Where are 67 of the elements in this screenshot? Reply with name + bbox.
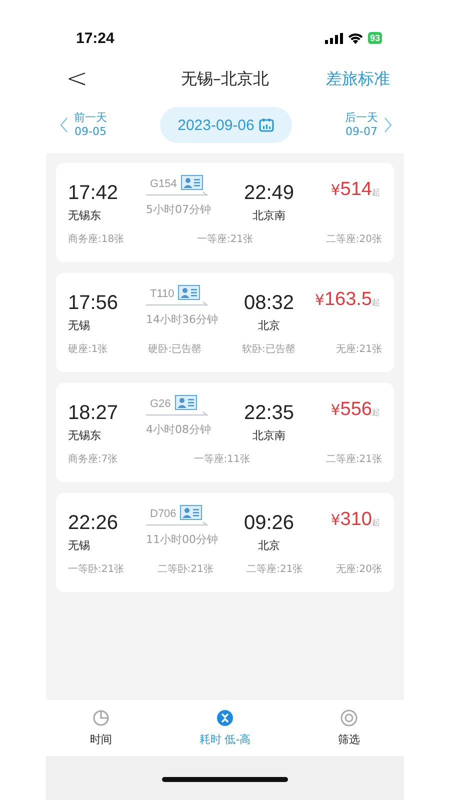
departure-station: 无锡 bbox=[68, 538, 91, 553]
pie-chart-icon bbox=[92, 709, 110, 727]
train-number: G154 bbox=[150, 178, 177, 190]
sort-tab[interactable]: 时间 bbox=[90, 709, 112, 747]
day-date: 09-05 bbox=[74, 125, 106, 139]
arrival-station: 北京 bbox=[258, 538, 280, 553]
train-number: G26 bbox=[150, 398, 171, 410]
train-number: D706 bbox=[150, 508, 176, 520]
arrival-station: 北京南 bbox=[252, 428, 286, 443]
seat-availability: 一等座:21张 bbox=[196, 232, 254, 246]
train-card[interactable]: 22:26 无锡 D706 11小时00分钟 09:26 北京 ¥310起 一等卧:21张 二等卧:21张 二等座:21张 无座:20张 bbox=[56, 493, 394, 592]
arrival-station: 北京南 bbox=[252, 208, 286, 223]
page-title: 无锡–北京北 bbox=[180, 68, 269, 90]
id-card-icon bbox=[174, 395, 197, 410]
seat-availability: 无座:21张 bbox=[336, 342, 382, 356]
train-card[interactable]: 17:42 无锡东 G154 5小时07分钟 22:49 北京南 ¥514起 商务座:18张 一等座:21张 二等座:20张 bbox=[56, 163, 394, 262]
day-label: 后一天 bbox=[344, 111, 378, 125]
seat-availability: 二等卧:21张 bbox=[157, 562, 214, 576]
seat-availability: 二等座:21张 bbox=[246, 562, 303, 576]
departure-time: 17:42 bbox=[68, 181, 120, 205]
seat-availability: 无座:20张 bbox=[336, 562, 382, 576]
arrival-station: 北京 bbox=[258, 318, 280, 333]
arrival-time: 22:49 bbox=[244, 181, 294, 205]
day-label: 前一天 bbox=[74, 111, 107, 125]
departure-station: 无锡 bbox=[68, 318, 91, 333]
seat-availability: 商务座:18张 bbox=[68, 232, 124, 246]
train-card[interactable]: 17:56 无锡 T110 14小时36分钟 08:32 北京 ¥163.5起 硬座:1张 硬卧:已告罄 软卧:已告罄 无座:21张 bbox=[56, 273, 394, 372]
trip-duration: 11小时00分钟 bbox=[146, 532, 218, 547]
departure-station: 无锡东 bbox=[68, 208, 102, 223]
seat-availability: 二等座:21张 bbox=[326, 452, 382, 466]
seat-availability: 二等座:20张 bbox=[326, 232, 382, 246]
seat-availability: 软卧:已告罄 bbox=[242, 342, 296, 356]
seat-availability: 一等座:11张 bbox=[194, 452, 250, 466]
wifi-icon bbox=[348, 32, 363, 44]
chevron-icon bbox=[60, 117, 68, 133]
departure-time: 22:26 bbox=[68, 511, 120, 535]
signal-icon bbox=[324, 32, 343, 44]
status-time: 17:24 bbox=[76, 30, 114, 46]
departure-station: 无锡东 bbox=[68, 428, 102, 443]
price: ¥310起 bbox=[330, 509, 380, 531]
sort-tab[interactable]: 筛选 bbox=[338, 709, 360, 747]
arrival-time: 08:32 bbox=[244, 291, 294, 315]
price: ¥514起 bbox=[330, 179, 380, 201]
departure-time: 17:56 bbox=[68, 291, 120, 315]
price: ¥163.5起 bbox=[314, 289, 380, 311]
chevron-icon bbox=[384, 117, 392, 133]
trip-duration: 14小时36分钟 bbox=[146, 312, 218, 327]
seat-availability: 商务座:7张 bbox=[68, 452, 118, 466]
id-card-icon bbox=[180, 505, 202, 520]
seat-availability: 硬卧:已告罄 bbox=[148, 342, 202, 356]
seat-availability: 硬座:1张 bbox=[68, 342, 108, 356]
id-card-icon bbox=[180, 175, 203, 190]
departure-time: 18:27 bbox=[68, 401, 120, 425]
arrival-time: 22:35 bbox=[244, 401, 294, 425]
train-card[interactable]: 18:27 无锡东 G26 4小时08分钟 22:35 北京南 ¥556起 商务座:7张 一等座:11张 二等座:21张 bbox=[56, 383, 394, 482]
id-card-icon bbox=[178, 285, 200, 300]
calendar-icon bbox=[259, 118, 274, 132]
price: ¥556起 bbox=[330, 399, 380, 421]
day-date: 09-07 bbox=[346, 125, 378, 139]
back-button[interactable]: < bbox=[60, 64, 94, 94]
train-number: T110 bbox=[150, 288, 174, 300]
filter-icon bbox=[340, 709, 358, 727]
seat-availability: 一等卧:21张 bbox=[68, 562, 124, 576]
trip-duration: 4小时08分钟 bbox=[146, 422, 211, 437]
battery-level: 93 bbox=[368, 32, 382, 44]
arrival-time: 09:26 bbox=[244, 511, 294, 535]
trip-duration: 5小时07分钟 bbox=[146, 202, 211, 217]
